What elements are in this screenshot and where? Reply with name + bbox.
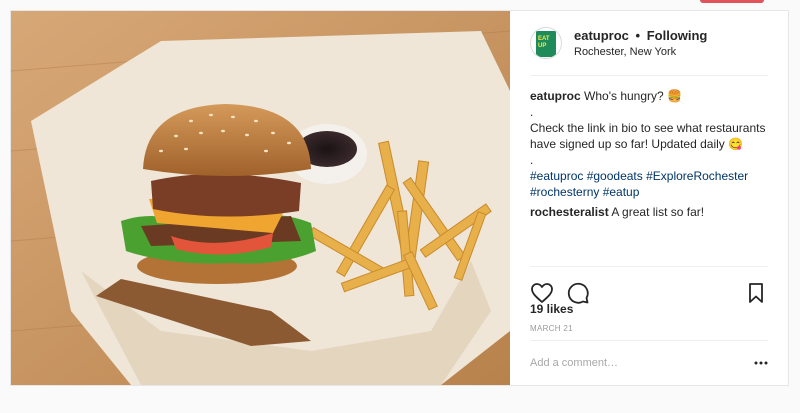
avatar[interactable]: EAT UP (530, 27, 562, 59)
caption-first-line: eatuproc Who's hungry? 🍔 (530, 88, 768, 104)
caption-dot-1: . (530, 105, 534, 119)
likes-count[interactable]: 19 likes (530, 302, 573, 316)
post-sidebar: EAT UP eatuproc • Following Rochester, N… (510, 11, 788, 385)
comment-text: A great list so far! (611, 205, 705, 219)
comment: rochesteralist A great list so far! (530, 204, 768, 220)
location-link[interactable]: Rochester, New York (574, 46, 707, 58)
header-text: eatuproc • Following Rochester, New York (574, 28, 707, 58)
comment-bubble-icon[interactable] (566, 281, 590, 305)
caption-text-1: Who's hungry? 🍔 (584, 89, 682, 103)
bookmark-icon[interactable] (744, 281, 768, 305)
caption-username[interactable]: eatuproc (530, 89, 581, 103)
heart-icon[interactable] (530, 281, 554, 305)
avatar-logo: EAT UP (536, 31, 556, 57)
separator-dot: • (635, 28, 641, 43)
header-line: eatuproc • Following (574, 28, 707, 43)
comment-input[interactable] (530, 357, 754, 369)
caption: eatuproc Who's hungry? 🍔 . Check the lin… (510, 76, 788, 220)
caption-hashtags[interactable]: #eatuproc #goodeats #ExploreRochester #r… (530, 168, 768, 200)
caption-text-2: Check the link in bio to see what restau… (530, 121, 766, 151)
avatar-logo-text: EAT UP (538, 36, 550, 49)
username-link[interactable]: eatuproc (574, 28, 629, 43)
caption-dot-2: . (530, 153, 534, 167)
comment-username[interactable]: rochesteralist (530, 205, 609, 219)
post-header: EAT UP eatuproc • Following Rochester, N… (530, 11, 768, 76)
post-date: MARCH 21 (530, 324, 573, 333)
top-accent-bar (700, 0, 764, 3)
post-image (11, 11, 510, 385)
add-comment-bar (530, 340, 768, 385)
follow-status[interactable]: Following (647, 28, 708, 43)
instagram-post: EAT UP eatuproc • Following Rochester, N… (10, 10, 789, 386)
more-options-icon[interactable] (754, 356, 768, 370)
burger-photo (11, 11, 510, 385)
